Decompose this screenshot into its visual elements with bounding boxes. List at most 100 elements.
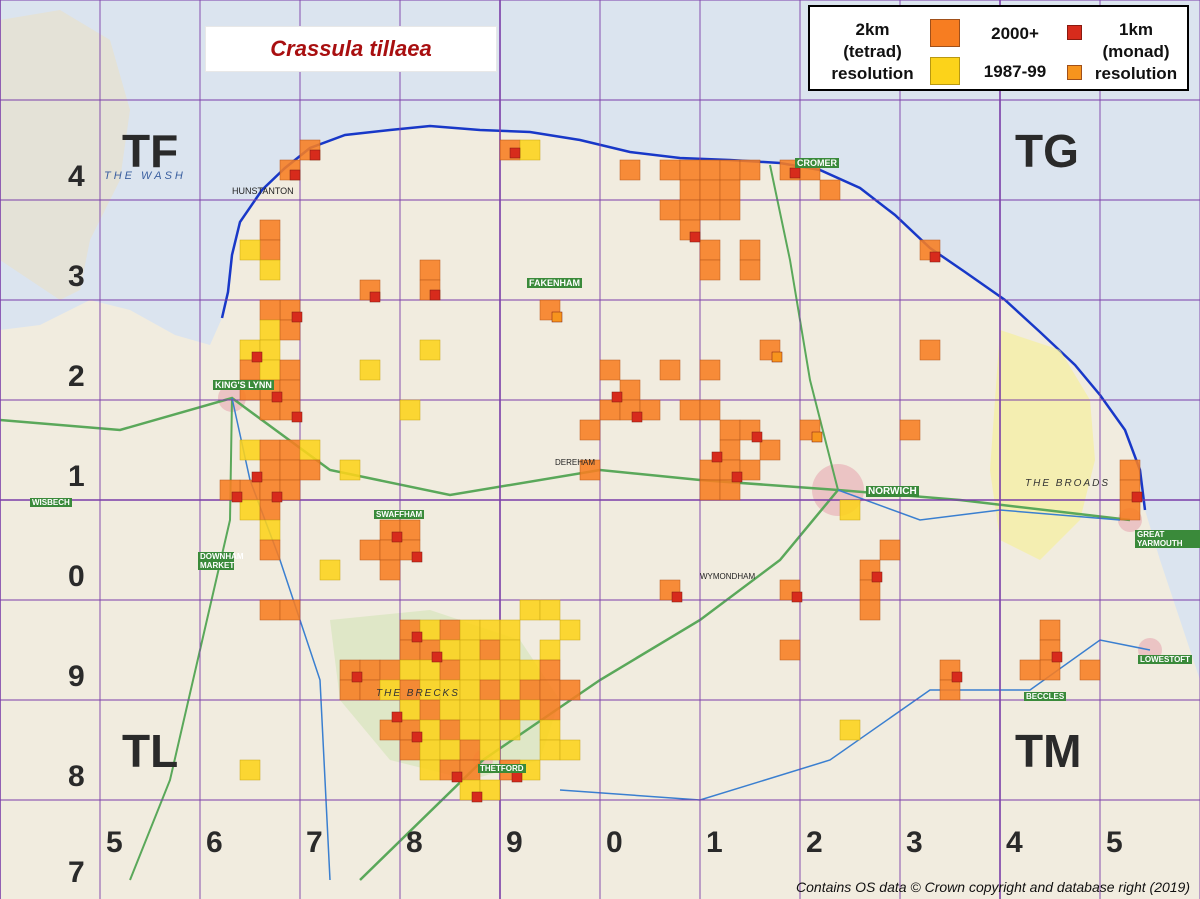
monad-record: [771, 351, 783, 363]
easting-label-4: 4: [1006, 826, 1023, 859]
monad-record-2000-plus: [309, 149, 321, 161]
monad-record-2000-plus: [689, 231, 701, 243]
monad-record-2000-plus: [369, 291, 381, 303]
easting-label-3: 3: [906, 826, 923, 859]
place-label-dereham: DEREHAM: [555, 458, 596, 467]
tetrad-record-2000-plus: [619, 379, 641, 401]
tetrad-record-2000-plus: [579, 419, 601, 441]
tetrad-record-2000-plus: [919, 339, 941, 361]
northing-label-7: 7: [68, 856, 85, 889]
tetrad-record-1987-99: [239, 239, 261, 261]
tetrad-record-1987-99: [499, 719, 521, 741]
tetrad-record-2000-plus: [279, 359, 301, 381]
monad-record-2000-plus: [471, 791, 483, 803]
tetrad-record-2000-plus: [1039, 659, 1061, 681]
tetrad-record-2000-plus: [1119, 499, 1141, 521]
tetrad-record-1987-99: [459, 619, 481, 641]
tetrad-record-2000-plus: [739, 239, 761, 261]
northing-label-1: 1: [68, 460, 85, 493]
tetrad-record-2000-plus: [719, 199, 741, 221]
monad-record-2000-plus: [1051, 651, 1063, 663]
tetrad-record-2000-plus: [499, 699, 521, 721]
easting-label-5: 5: [106, 826, 123, 859]
tetrad-record-2000-plus: [419, 259, 441, 281]
tetrad-record-2000-plus: [279, 599, 301, 621]
easting-label-9: 9: [506, 826, 523, 859]
tetrad-record-1987-99: [419, 619, 441, 641]
tetrad-record-2000-plus: [659, 199, 681, 221]
tetrad-record-2000-plus: [599, 359, 621, 381]
monad-record: [811, 431, 823, 443]
place-label-beccles: BECCLES: [1024, 692, 1067, 701]
tetrad-record-2000-plus: [699, 359, 721, 381]
northing-label-8: 8: [68, 760, 85, 793]
tetrad-record-2000-plus: [719, 479, 741, 501]
tetrad-record-1987-99: [559, 739, 581, 761]
legend-tetrad-label: 2km (tetrad) resolution: [820, 19, 925, 85]
legend-monad-line1: 1km: [1118, 20, 1154, 39]
legend-monad-line3: resolution: [1094, 64, 1178, 83]
tetrad-record-1987-99: [259, 359, 281, 381]
tetrad-record-2000-plus: [659, 159, 681, 181]
northing-label-9: 9: [68, 660, 85, 693]
tetrad-record-1987-99: [419, 339, 441, 361]
copyright-credit: Contains OS data © Crown copyright and d…: [796, 879, 1190, 895]
tetrad-record-1987-99: [479, 699, 501, 721]
tetrad-record-2000-plus: [299, 459, 321, 481]
tetrad-record-2000-plus: [719, 419, 741, 441]
tetrad-record-1987-99: [459, 719, 481, 741]
tetrad-record-2000-plus: [259, 399, 281, 421]
monad-record-2000-plus: [289, 169, 301, 181]
tetrad-record-2000-plus: [379, 559, 401, 581]
tetrad-record-1987-99: [479, 739, 501, 761]
tetrad-record-1987-99: [559, 619, 581, 641]
tetrad-record-2000-plus: [699, 199, 721, 221]
easting-label-8: 8: [406, 826, 423, 859]
tetrad-record-1987-99: [419, 759, 441, 781]
monad-record-2000-plus: [711, 451, 723, 463]
tetrad-record-2000-plus: [379, 539, 401, 561]
tetrad-record-1987-99: [839, 499, 861, 521]
easting-label-7: 7: [306, 826, 323, 859]
tetrad-record-1987-99: [259, 519, 281, 541]
tetrad-record-2000-plus: [699, 239, 721, 261]
tetrad-record-2000-plus: [719, 439, 741, 461]
tetrad-record-1987-99: [539, 739, 561, 761]
tetrad-record-2000-plus: [359, 659, 381, 681]
tetrad-record-1987-99: [539, 639, 561, 661]
monad-record-2000-plus: [351, 671, 363, 683]
tetrad-record-2000-plus: [939, 679, 961, 701]
tetrad-record-1987-99: [539, 599, 561, 621]
tetrad-record-2000-plus: [519, 679, 541, 701]
grid-square-label-tl: TL: [122, 725, 179, 777]
tetrad-record-2000-plus: [259, 299, 281, 321]
tetrad-record-2000-plus: [899, 419, 921, 441]
tetrad-record-1987-99: [479, 619, 501, 641]
tetrad-record-2000-plus: [439, 619, 461, 641]
monad-record-2000-plus: [271, 491, 283, 503]
legend-period-recent: 2000+: [991, 24, 1039, 43]
tetrad-record-2000-plus: [859, 599, 881, 621]
tetrad-record-2000-plus: [739, 159, 761, 181]
legend-tetrad-line2: (tetrad): [843, 42, 902, 61]
tetrad-record-2000-plus: [399, 519, 421, 541]
tetrad-record-2000-plus: [279, 439, 301, 461]
easting-label-2: 2: [806, 826, 823, 859]
place-label-cromer: CROMER: [795, 158, 839, 168]
legend-monad-line2: (monad): [1102, 42, 1170, 61]
tetrad-record-2000-plus: [1019, 659, 1041, 681]
place-label-the-brecks: THE BRECKS: [376, 688, 460, 699]
tetrad-record-2000-plus: [859, 579, 881, 601]
place-label-great-yarmouth: GREAT YARMOUTH: [1135, 530, 1200, 548]
tetrad-record-1987-99: [399, 659, 421, 681]
tetrad-record-1987-99: [439, 699, 461, 721]
monad-record-2000-plus: [951, 671, 963, 683]
northing-label-0: 0: [68, 560, 85, 593]
tetrad-record-2000-plus: [819, 179, 841, 201]
legend-swatch-recent-monad: [1067, 25, 1082, 40]
map-title: Crassula tillaea: [270, 36, 432, 61]
tetrad-record-2000-plus: [539, 699, 561, 721]
legend-monad-label: 1km (monad) resolution: [1086, 19, 1186, 85]
tetrad-record-1987-99: [319, 559, 341, 581]
tetrad-record-2000-plus: [679, 399, 701, 421]
